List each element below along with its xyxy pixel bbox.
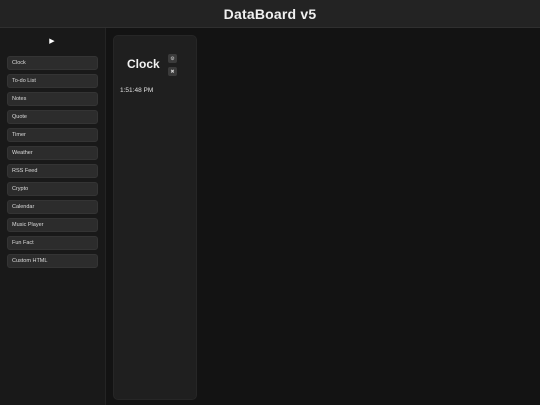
close-icon[interactable]: ✖ [168, 67, 177, 76]
add-custom-html-button[interactable]: Custom HTML [7, 254, 98, 268]
add-fun-fact-button[interactable]: Fun Fact [7, 236, 98, 250]
clock-time: 1:51:48 PM [120, 87, 154, 94]
add-todo-list-button[interactable]: To-do List [7, 74, 98, 88]
add-timer-button[interactable]: Timer [7, 128, 98, 142]
add-quote-button[interactable]: Quote [7, 110, 98, 124]
add-notes-button[interactable]: Notes [7, 92, 98, 106]
app-title: DataBoard v5 [223, 5, 317, 22]
app-header: DataBoard v5 [0, 0, 540, 28]
sidebar: ▶ Clock To-do List Notes Quote Timer Wea… [0, 28, 106, 405]
clock-widget-card: Clock ⚙ ✖ 1:51:48 PM [113, 35, 197, 400]
settings-icon[interactable]: ⚙ [168, 54, 177, 63]
add-crypto-button[interactable]: Crypto [7, 182, 98, 196]
clock-widget-title: Clock [127, 57, 160, 71]
add-weather-button[interactable]: Weather [7, 146, 98, 160]
add-rss-feed-button[interactable]: RSS Feed [7, 164, 98, 178]
add-calendar-button[interactable]: Calendar [7, 200, 98, 214]
add-music-player-button[interactable]: Music Player [7, 218, 98, 232]
widget-list: Clock To-do List Notes Quote Timer Weath… [7, 56, 98, 268]
sidebar-toggle-icon[interactable]: ▶ [45, 35, 59, 47]
add-clock-button[interactable]: Clock [7, 56, 98, 70]
